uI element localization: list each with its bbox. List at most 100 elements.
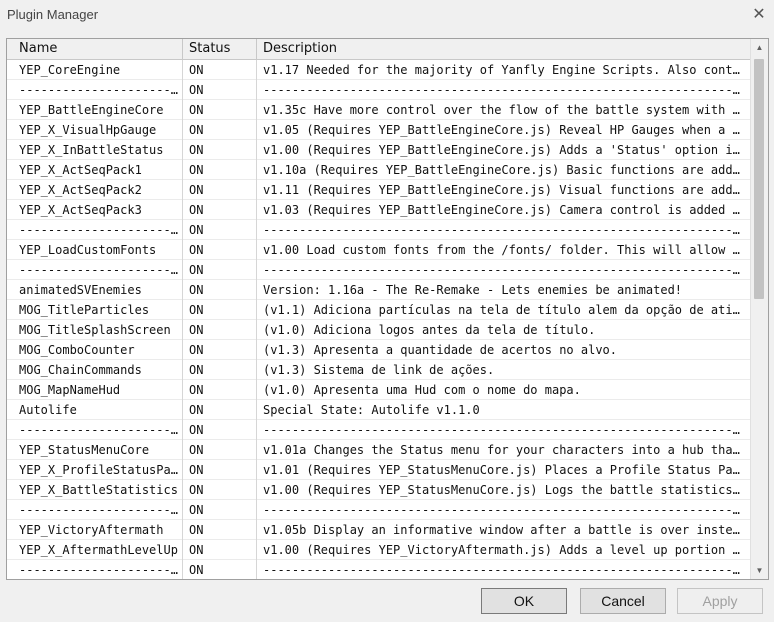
plugin-description-cell: ----------------------------------------… bbox=[263, 563, 750, 577]
table-row[interactable]: ------------------------------------ON --… bbox=[7, 560, 750, 579]
scrollbar-thumb[interactable] bbox=[754, 59, 764, 299]
plugin-name-cell: MOG_MapNameHud bbox=[7, 380, 183, 400]
plugin-status-cell: ON bbox=[183, 560, 257, 579]
plugin-description-cell: v1.01a Changes the Status menu for your … bbox=[263, 443, 750, 457]
apply-button: Apply bbox=[677, 588, 763, 614]
column-header-status[interactable]: Status bbox=[183, 39, 257, 59]
plugin-status-cell: ON bbox=[183, 220, 257, 240]
table-row[interactable]: animatedSVEnemies ON Version: 1.16a - The … bbox=[7, 280, 750, 300]
plugin-description-cell: ----------------------------------------… bbox=[263, 223, 750, 237]
ok-button[interactable]: OK bbox=[481, 588, 567, 614]
table-row[interactable]: YEP_X_ActSeqPack1 ON v1.10a (Requires YEP_… bbox=[7, 160, 750, 180]
plugin-description-cell: Special State: Autolife v1.1.0 bbox=[263, 403, 480, 417]
table-row[interactable]: ------------------------------------ON --… bbox=[7, 420, 750, 440]
plugin-name-cell: YEP_StatusMenuCore bbox=[7, 440, 183, 460]
plugin-status-cell: ON bbox=[183, 540, 257, 560]
plugin-name-cell: ------------------------------------ bbox=[7, 80, 183, 100]
table-row[interactable]: MOG_ChainCommands ON (v1.3) Sistema de lin… bbox=[7, 360, 750, 380]
plugin-description-cell: v1.01 (Requires YEP_StatusMenuCore.js) P… bbox=[263, 463, 750, 477]
plugin-name-cell: YEP_BattleEngineCore bbox=[7, 100, 183, 120]
table-row[interactable]: YEP_VictoryAftermath ON v1.05b Display an … bbox=[7, 520, 750, 540]
table-row[interactable]: YEP_X_ProfileStatusPage ON v1.01 (Requires… bbox=[7, 460, 750, 480]
plugin-description-cell: (v1.3) Apresenta a quantidade de acertos… bbox=[263, 343, 618, 357]
plugin-list[interactable]: Name Status Description YEP_CoreEngine ON… bbox=[6, 38, 769, 580]
plugin-description-cell: (v1.0) Adiciona logos antes da tela de t… bbox=[263, 323, 596, 337]
table-row[interactable]: YEP_BattleEngineCore ON v1.35c Have more c… bbox=[7, 100, 750, 120]
plugin-description-cell: (v1.1) Adiciona partículas na tela de tí… bbox=[263, 303, 750, 317]
plugin-status-cell: ON bbox=[183, 360, 257, 380]
plugin-status-cell: ON bbox=[183, 180, 257, 200]
plugin-description-cell: v1.10a (Requires YEP_BattleEngineCore.js… bbox=[263, 163, 750, 177]
plugin-name-cell: YEP_X_ProfileStatusPage bbox=[7, 460, 183, 480]
plugin-name-cell: YEP_X_VisualHpGauge bbox=[7, 120, 183, 140]
plugin-status-cell: ON bbox=[183, 160, 257, 180]
plugin-name-cell: MOG_TitleParticles bbox=[7, 300, 183, 320]
plugin-name-cell: ------------------------------------ bbox=[7, 560, 183, 579]
plugin-description-cell: ----------------------------------------… bbox=[263, 263, 750, 277]
plugin-status-cell: ON bbox=[183, 320, 257, 340]
plugin-status-cell: ON bbox=[183, 240, 257, 260]
table-row[interactable]: ------------------------------------ON --… bbox=[7, 220, 750, 240]
table-row[interactable]: ------------------------------------ON --… bbox=[7, 80, 750, 100]
plugin-status-cell: ON bbox=[183, 260, 257, 280]
table-row[interactable]: MOG_TitleParticles ON (v1.1) Adiciona part… bbox=[7, 300, 750, 320]
table-row[interactable]: YEP_LoadCustomFonts ON v1.00 Load custom f… bbox=[7, 240, 750, 260]
plugin-status-cell: ON bbox=[183, 200, 257, 220]
plugin-name-cell: MOG_TitleSplashScreen bbox=[7, 320, 183, 340]
table-row[interactable]: ------------------------------------ON --… bbox=[7, 260, 750, 280]
table-row[interactable]: MOG_TitleSplashScreen ON (v1.0) Adiciona l… bbox=[7, 320, 750, 340]
table-row[interactable]: YEP_X_BattleStatistics ON v1.00 (Requires … bbox=[7, 480, 750, 500]
plugin-name-cell: YEP_X_ActSeqPack1 bbox=[7, 160, 183, 180]
table-row[interactable]: YEP_X_InBattleStatus ON v1.00 (Requires YE… bbox=[7, 140, 750, 160]
table-row[interactable]: YEP_X_ActSeqPack2 ON v1.11 (Requires YEP_B… bbox=[7, 180, 750, 200]
table-row[interactable]: ------------------------------------ON --… bbox=[7, 500, 750, 520]
plugin-description-cell: (v1.0) Apresenta uma Hud com o nome do m… bbox=[263, 383, 581, 397]
plugin-status-cell: ON bbox=[183, 80, 257, 100]
vertical-scrollbar[interactable]: ▲ ▼ bbox=[750, 39, 768, 579]
plugin-name-cell: ------------------------------------ bbox=[7, 260, 183, 280]
plugin-name-cell: MOG_ChainCommands bbox=[7, 360, 183, 380]
plugin-name-cell: YEP_CoreEngine bbox=[7, 60, 183, 80]
plugin-description-cell: v1.05 (Requires YEP_BattleEngineCore.js)… bbox=[263, 123, 750, 137]
plugin-description-cell: v1.05b Display an informative window aft… bbox=[263, 523, 750, 537]
scroll-down-icon[interactable]: ▼ bbox=[751, 562, 768, 579]
table-row[interactable]: YEP_CoreEngine ON v1.17 Needed for the maj… bbox=[7, 60, 750, 80]
plugin-status-cell: ON bbox=[183, 340, 257, 360]
plugin-name-cell: YEP_X_ActSeqPack2 bbox=[7, 180, 183, 200]
plugin-status-cell: ON bbox=[183, 500, 257, 520]
plugin-description-cell: v1.00 (Requires YEP_StatusMenuCore.js) L… bbox=[263, 483, 750, 497]
plugin-status-cell: ON bbox=[183, 120, 257, 140]
plugin-status-cell: ON bbox=[183, 440, 257, 460]
plugin-description-cell: ----------------------------------------… bbox=[263, 423, 750, 437]
column-header-name[interactable]: Name bbox=[7, 39, 183, 59]
cancel-button[interactable]: Cancel bbox=[580, 588, 666, 614]
table-row[interactable]: Autolife ON Special State: Autolife v1.1.0 bbox=[7, 400, 750, 420]
plugin-description-cell: v1.03 (Requires YEP_BattleEngineCore.js)… bbox=[263, 203, 750, 217]
title-bar: Plugin Manager ✕ bbox=[0, 0, 774, 30]
plugin-description-cell: ----------------------------------------… bbox=[263, 503, 750, 517]
scroll-up-icon[interactable]: ▲ bbox=[751, 39, 768, 56]
plugin-status-cell: ON bbox=[183, 280, 257, 300]
plugin-status-cell: ON bbox=[183, 460, 257, 480]
plugin-name-cell: YEP_X_InBattleStatus bbox=[7, 140, 183, 160]
table-row[interactable]: YEP_StatusMenuCore ON v1.01a Changes the S… bbox=[7, 440, 750, 460]
table-row[interactable]: MOG_MapNameHud ON (v1.0) Apresenta uma Hud… bbox=[7, 380, 750, 400]
table-row[interactable]: YEP_X_ActSeqPack3 ON v1.03 (Requires YEP_B… bbox=[7, 200, 750, 220]
plugin-name-cell: YEP_VictoryAftermath bbox=[7, 520, 183, 540]
plugin-description-cell: v1.11 (Requires YEP_BattleEngineCore.js)… bbox=[263, 183, 750, 197]
plugin-description-cell: ----------------------------------------… bbox=[263, 83, 750, 97]
plugin-description-cell: Version: 1.16a - The Re-Remake - Lets en… bbox=[263, 283, 683, 297]
table-body: YEP_CoreEngine ON v1.17 Needed for the maj… bbox=[7, 60, 750, 579]
plugin-status-cell: ON bbox=[183, 400, 257, 420]
close-icon[interactable]: ✕ bbox=[748, 4, 770, 26]
table-row[interactable]: MOG_ComboCounter ON (v1.3) Apresenta a qua… bbox=[7, 340, 750, 360]
table-row[interactable]: YEP_X_AftermathLevelUp ON v1.00 (Requires … bbox=[7, 540, 750, 560]
plugin-status-cell: ON bbox=[183, 380, 257, 400]
column-header-description[interactable]: Description bbox=[257, 39, 750, 59]
plugin-status-cell: ON bbox=[183, 520, 257, 540]
table-row[interactable]: YEP_X_VisualHpGauge ON v1.05 (Requires YEP… bbox=[7, 120, 750, 140]
plugin-description-cell: v1.35c Have more control over the flow o… bbox=[263, 103, 750, 117]
plugin-name-cell: animatedSVEnemies bbox=[7, 280, 183, 300]
plugin-description-cell: (v1.3) Sistema de link de ações. bbox=[263, 363, 495, 377]
plugin-name-cell: YEP_LoadCustomFonts bbox=[7, 240, 183, 260]
